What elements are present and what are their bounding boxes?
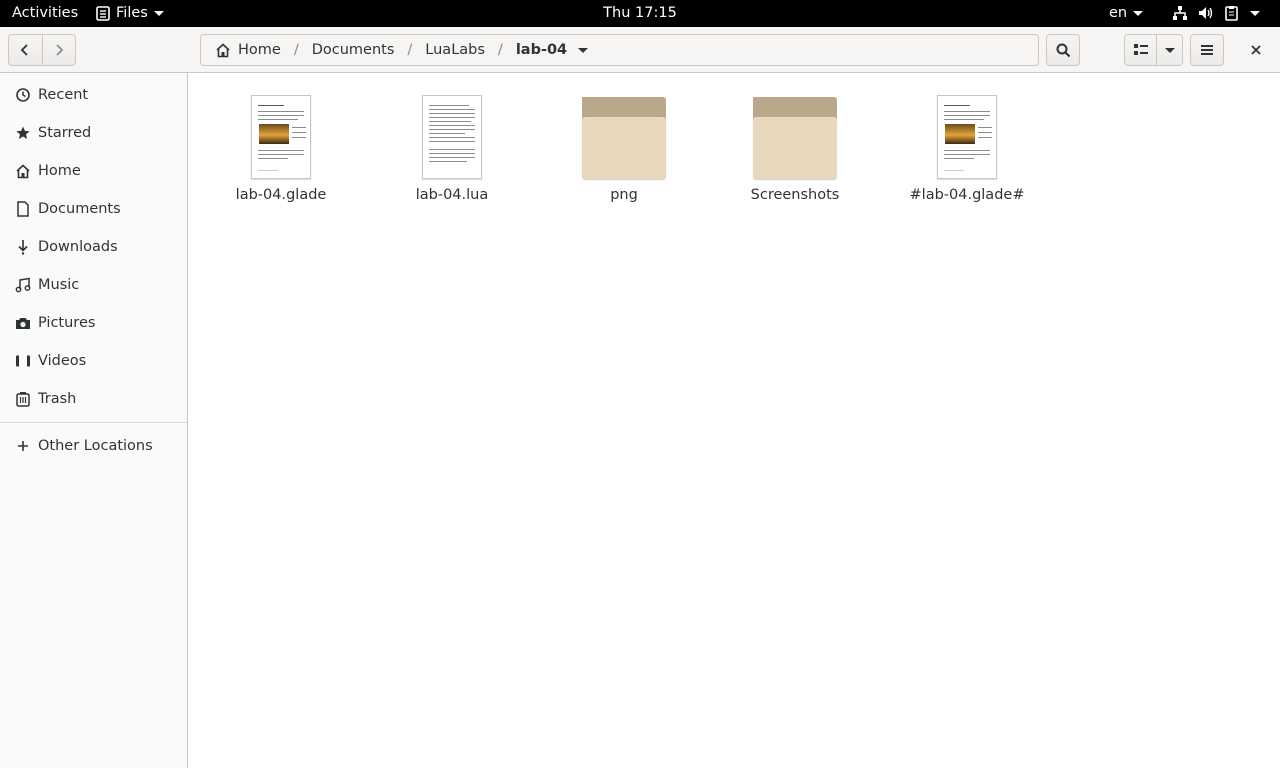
folder-item[interactable]: Screenshots bbox=[720, 89, 870, 209]
view-toggle bbox=[1124, 34, 1183, 66]
plus-icon bbox=[15, 438, 31, 454]
breadcrumb-separator: / bbox=[497, 42, 503, 58]
chevron-down-icon bbox=[1133, 10, 1144, 16]
breadcrumb-current[interactable]: lab-04 bbox=[515, 42, 589, 58]
sidebar-item-downloads[interactable]: Downloads bbox=[0, 228, 187, 266]
breadcrumb-home[interactable]: Home bbox=[215, 42, 281, 58]
app-menu[interactable]: Files bbox=[96, 5, 164, 21]
file-item[interactable]: lab-04.lua bbox=[377, 89, 527, 209]
file-view: lab-04.glade lab-04.lua png Screenshots … bbox=[189, 73, 1280, 768]
file-name: png bbox=[610, 187, 638, 203]
close-icon bbox=[1251, 45, 1261, 55]
sidebar-item-label: Starred bbox=[38, 125, 92, 141]
document-image-icon bbox=[251, 95, 311, 179]
file-name: lab-04.glade bbox=[235, 187, 327, 203]
sidebar-item-label: Home bbox=[38, 163, 81, 179]
system-menu[interactable] bbox=[1172, 5, 1260, 21]
sidebar-item-label: Videos bbox=[38, 353, 87, 369]
sidebar-item-music[interactable]: Music bbox=[0, 266, 187, 304]
sidebar-item-label: Music bbox=[38, 277, 80, 293]
folder-item[interactable]: png bbox=[549, 89, 699, 209]
sidebar-item-trash[interactable]: Trash bbox=[0, 380, 187, 418]
sidebar-item-label: Documents bbox=[38, 201, 121, 217]
sidebar: Recent Starred Home Documents Downloads … bbox=[0, 73, 188, 768]
view-list-icon bbox=[1133, 44, 1148, 55]
file-name: lab-04.lua bbox=[415, 187, 489, 203]
breadcrumb-documents[interactable]: Documents bbox=[312, 42, 395, 58]
file-name: Screenshots bbox=[750, 187, 840, 203]
file-name: #lab-04.glade# bbox=[909, 187, 1025, 203]
sidebar-item-label: Pictures bbox=[38, 315, 96, 331]
chevron-down-icon bbox=[578, 47, 589, 53]
clock[interactable]: Thu 17:15 bbox=[603, 5, 677, 21]
sidebar-divider bbox=[0, 422, 187, 423]
navigation-buttons bbox=[8, 34, 76, 66]
breadcrumb-lualabs[interactable]: LuaLabs bbox=[425, 42, 485, 58]
home-icon bbox=[15, 163, 31, 179]
trash-icon bbox=[15, 391, 31, 407]
chevron-down-icon bbox=[1164, 47, 1175, 53]
files-app-icon bbox=[96, 5, 110, 21]
folder-icon bbox=[582, 97, 666, 179]
text-document-icon bbox=[422, 95, 482, 179]
volume-icon bbox=[1199, 7, 1213, 19]
app-menu-label: Files bbox=[116, 5, 148, 21]
download-icon bbox=[15, 239, 31, 255]
sidebar-item-label: Recent bbox=[38, 87, 89, 103]
close-button[interactable] bbox=[1240, 34, 1272, 66]
breadcrumb-separator: / bbox=[293, 42, 299, 58]
sidebar-item-pictures[interactable]: Pictures bbox=[0, 304, 187, 342]
top-panel: Activities Files Thu 17:15 en bbox=[0, 0, 1280, 27]
hamburger-icon bbox=[1201, 45, 1213, 55]
document-image-icon bbox=[937, 95, 997, 179]
breadcrumb-label: lab-04 bbox=[515, 42, 568, 58]
network-icon bbox=[1173, 6, 1187, 20]
language-menu[interactable]: en bbox=[1109, 5, 1144, 21]
breadcrumb-label: Home bbox=[238, 42, 281, 58]
breadcrumb-label: LuaLabs bbox=[425, 42, 485, 58]
folder-icon bbox=[753, 97, 837, 179]
sidebar-item-recent[interactable]: Recent bbox=[0, 76, 187, 114]
document-icon bbox=[15, 201, 31, 217]
file-item[interactable]: #lab-04.glade# bbox=[892, 89, 1042, 209]
list-view-button[interactable] bbox=[1125, 35, 1157, 65]
sidebar-item-home[interactable]: Home bbox=[0, 152, 187, 190]
language-label: en bbox=[1109, 5, 1128, 21]
main-menu-button[interactable] bbox=[1190, 34, 1224, 66]
sidebar-item-label: Trash bbox=[38, 391, 77, 407]
forward-button[interactable] bbox=[43, 35, 76, 65]
breadcrumb-separator: / bbox=[407, 42, 413, 58]
camera-icon bbox=[15, 315, 31, 331]
star-icon bbox=[15, 125, 31, 141]
activities-button[interactable]: Activities bbox=[12, 5, 78, 21]
chevron-right-icon bbox=[56, 44, 64, 56]
home-icon bbox=[216, 42, 230, 57]
search-icon bbox=[1056, 43, 1070, 57]
chevron-down-icon bbox=[1250, 10, 1260, 16]
breadcrumb-label: Documents bbox=[311, 42, 395, 58]
search-button[interactable] bbox=[1046, 34, 1080, 66]
sidebar-item-other-locations[interactable]: Other Locations bbox=[0, 427, 187, 465]
breadcrumb: Home / Documents / LuaLabs / lab-04 bbox=[200, 34, 1039, 66]
back-button[interactable] bbox=[9, 35, 43, 65]
sidebar-item-label: Other Locations bbox=[38, 438, 153, 454]
sidebar-item-videos[interactable]: Videos bbox=[0, 342, 187, 380]
music-icon bbox=[15, 277, 31, 293]
view-options-button[interactable] bbox=[1157, 35, 1182, 65]
sidebar-item-starred[interactable]: Starred bbox=[0, 114, 187, 152]
chevron-left-icon bbox=[20, 44, 28, 56]
chevron-down-icon bbox=[153, 10, 164, 16]
clock-icon bbox=[15, 87, 31, 103]
video-icon bbox=[15, 353, 31, 369]
file-item[interactable]: lab-04.glade bbox=[206, 89, 356, 209]
headerbar: Home / Documents / LuaLabs / lab-04 bbox=[0, 27, 1280, 73]
sidebar-item-label: Downloads bbox=[38, 239, 118, 255]
clipboard-icon bbox=[1225, 6, 1238, 21]
sidebar-item-documents[interactable]: Documents bbox=[0, 190, 187, 228]
